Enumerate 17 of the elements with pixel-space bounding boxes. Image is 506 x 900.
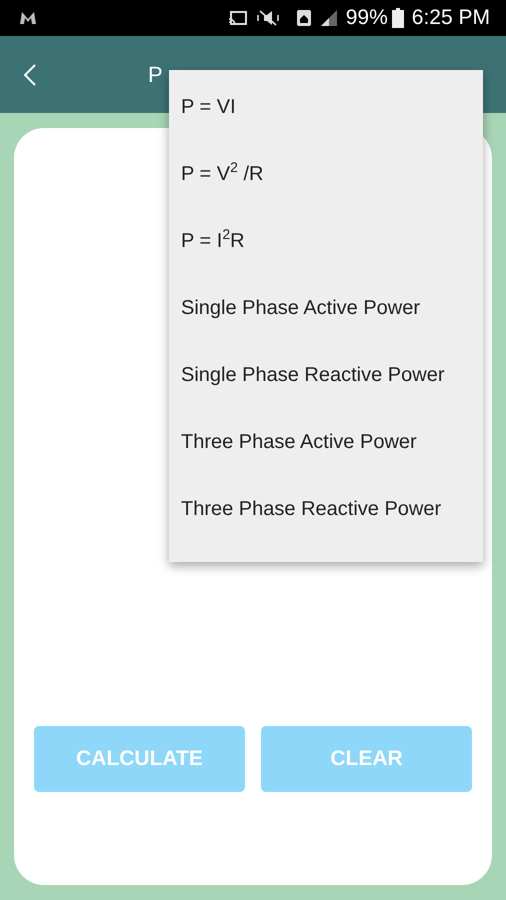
mute-icon	[256, 9, 280, 27]
battery-icon	[392, 8, 404, 28]
menu-item[interactable]: Single Phase Reactive Power	[169, 341, 483, 408]
menu-item[interactable]: P = V$^{2}$ /R	[169, 140, 483, 207]
menu-item[interactable]: Three Phase Reactive Power	[169, 475, 483, 542]
signal-icon	[320, 9, 338, 27]
app-notification-icon	[18, 10, 38, 26]
back-icon[interactable]	[24, 64, 36, 86]
cast-icon	[228, 10, 248, 26]
home-icon	[296, 9, 312, 27]
menu-item[interactable]: P = VI	[169, 73, 483, 140]
menu-item[interactable]: Three Phase Active Power	[169, 408, 483, 475]
screen-title: P	[148, 61, 163, 89]
clock-time: 6:25 PM	[412, 5, 490, 32]
menu-item[interactable]: P = I$^{2}$R	[169, 207, 483, 274]
battery-percent: 99%	[346, 5, 388, 32]
menu-item[interactable]: Single Phase Active Power	[169, 274, 483, 341]
